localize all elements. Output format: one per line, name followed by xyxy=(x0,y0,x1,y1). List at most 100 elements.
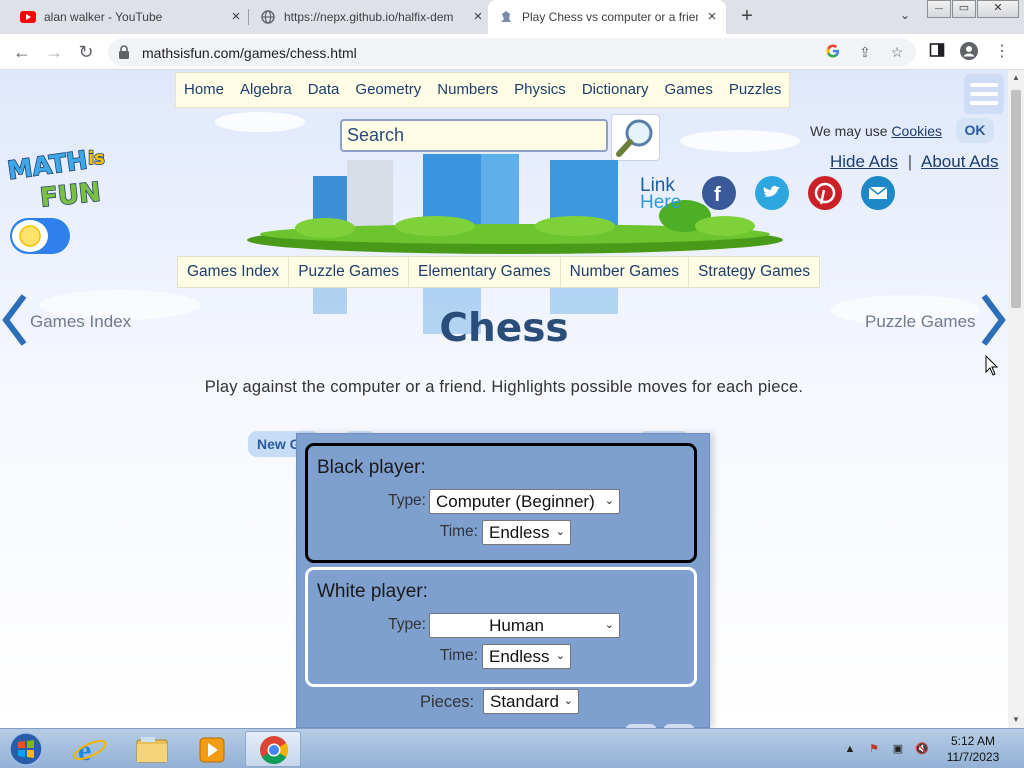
nav-home[interactable]: Home xyxy=(176,73,232,107)
chrome-icon[interactable] xyxy=(245,731,301,767)
close-window-button[interactable]: ✕ xyxy=(977,0,1019,18)
search-input[interactable]: Search xyxy=(340,119,608,152)
scroll-down-arrow-icon[interactable]: ▼ xyxy=(1008,712,1024,728)
chevron-down-icon: ⌄ xyxy=(563,695,573,707)
tab-chess[interactable]: Play Chess vs computer or a frien × xyxy=(488,0,726,34)
nav-geometry[interactable]: Geometry xyxy=(347,73,429,107)
pieces-value: Standard xyxy=(490,692,559,711)
nav-games[interactable]: Games xyxy=(657,73,721,107)
bookmark-star-icon[interactable]: ☆ xyxy=(888,43,906,61)
cloud-decoration xyxy=(215,112,305,132)
games-subnav: Games Index Puzzle Games Elementary Game… xyxy=(177,256,821,288)
page-content: Home Algebra Data Geometry Numbers Physi… xyxy=(0,70,1008,728)
forward-arrow-icon[interactable]: → xyxy=(42,41,66,63)
start-button-icon[interactable] xyxy=(6,731,46,767)
minimize-button[interactable]: — xyxy=(927,0,951,18)
lock-icon xyxy=(118,45,132,59)
nav-puzzles[interactable]: Puzzles xyxy=(721,73,790,107)
white-type-value: Human xyxy=(489,616,544,635)
google-icon[interactable] xyxy=(824,43,842,61)
url-text: mathsisfun.com/games/chess.html xyxy=(142,45,357,61)
hamburger-menu-icon[interactable] xyxy=(964,74,1004,114)
white-player-title: White player: xyxy=(317,581,428,602)
white-type-label: Type: xyxy=(388,616,426,633)
tab-close-icon[interactable]: × xyxy=(470,9,486,25)
hide-ads-link[interactable]: Hide Ads xyxy=(830,152,898,171)
action-center-flag-icon[interactable]: ⚑ xyxy=(866,741,882,757)
pinterest-icon[interactable] xyxy=(808,176,842,210)
cookie-ok-button[interactable]: OK xyxy=(956,118,994,143)
intro-text: Play against the computer or a friend. H… xyxy=(204,378,804,396)
svg-text:e: e xyxy=(78,734,91,767)
tab-title: https://nepx.github.io/halfix-dem xyxy=(284,10,454,24)
sun-icon xyxy=(12,220,48,252)
share-icon[interactable]: ⇪ xyxy=(856,43,874,61)
media-player-icon[interactable] xyxy=(184,731,240,767)
network-icon[interactable]: ▣ xyxy=(890,741,906,757)
reload-icon[interactable]: ↻ xyxy=(74,41,98,63)
pieces-label: Pieces: xyxy=(420,693,475,711)
pieces-select[interactable]: Standard ⌄ xyxy=(483,689,579,714)
volume-muted-icon[interactable]: 🔇 xyxy=(914,741,930,757)
new-tab-button[interactable]: + xyxy=(736,6,758,28)
nav-algebra[interactable]: Algebra xyxy=(232,73,300,107)
subnav-games-index[interactable]: Games Index xyxy=(178,257,290,287)
main-nav: Home Algebra Data Geometry Numbers Physi… xyxy=(175,72,791,108)
subnav-strategy-games[interactable]: Strategy Games xyxy=(689,257,819,287)
nav-physics[interactable]: Physics xyxy=(506,73,574,107)
subnav-number-games[interactable]: Number Games xyxy=(561,257,690,287)
nav-data[interactable]: Data xyxy=(300,73,348,107)
nav-numbers[interactable]: Numbers xyxy=(429,73,506,107)
black-type-select[interactable]: Computer (Beginner) ⌄ xyxy=(429,489,620,514)
clock-date: 11/7/2023 xyxy=(946,750,1000,764)
twitter-icon[interactable] xyxy=(755,176,789,210)
link-here-link[interactable]: Link Here xyxy=(640,176,681,212)
address-bar[interactable]: mathsisfun.com/games/chess.html ⇪ ☆ xyxy=(108,38,916,66)
black-player-title: Black player: xyxy=(317,457,426,478)
scrollbar-thumb[interactable] xyxy=(1011,90,1021,308)
more-options-icon[interactable]: ⋮ xyxy=(992,42,1012,62)
tab-bar: alan walker - YouTube × https://nepx.git… xyxy=(0,0,1024,34)
subnav-elementary-games[interactable]: Elementary Games xyxy=(409,257,561,287)
svg-text:f: f xyxy=(714,184,721,206)
tab-youtube[interactable]: alan walker - YouTube × xyxy=(10,0,244,34)
about-ads-link[interactable]: About Ads xyxy=(921,152,999,171)
page-title: Chess xyxy=(439,306,569,351)
subnav-puzzle-games[interactable]: Puzzle Games xyxy=(289,257,409,287)
side-panel-icon[interactable] xyxy=(927,42,947,62)
tab-search-chevron-icon[interactable]: ⌄ xyxy=(896,8,914,26)
system-clock[interactable]: 5:12 AM 11/7/2023 xyxy=(932,733,1014,765)
ad-links: Hide Ads | About Ads xyxy=(830,152,999,172)
nav-dictionary[interactable]: Dictionary xyxy=(574,73,657,107)
tab-close-icon[interactable]: × xyxy=(704,9,720,25)
cookies-link[interactable]: Cookies xyxy=(891,123,942,139)
show-hidden-icons-icon[interactable]: ▲ xyxy=(842,741,858,757)
tab-title: alan walker - YouTube xyxy=(44,10,163,24)
internet-explorer-icon[interactable]: e xyxy=(62,731,118,767)
page-scrollbar[interactable]: ▲ ▼ xyxy=(1008,70,1024,728)
back-arrow-icon[interactable]: ← xyxy=(10,41,34,63)
mouse-cursor-icon xyxy=(985,355,999,376)
globe-icon xyxy=(260,9,276,25)
chevron-down-icon: ⌄ xyxy=(555,650,565,662)
scroll-up-arrow-icon[interactable]: ▲ xyxy=(1008,70,1024,86)
black-type-value: Computer (Beginner) xyxy=(436,492,595,511)
maximize-button[interactable]: ▭ xyxy=(952,0,976,18)
black-player-panel: Black player: Type: Computer (Beginner) … xyxy=(305,443,697,563)
mathsisfun-logo[interactable]: MATH is FUN xyxy=(5,140,114,215)
profile-avatar-icon[interactable] xyxy=(959,42,979,62)
facebook-icon[interactable]: f xyxy=(702,176,736,210)
ad-separator: | xyxy=(907,152,913,171)
email-icon[interactable] xyxy=(861,176,895,210)
tab-close-icon[interactable]: × xyxy=(228,9,244,25)
white-time-select[interactable]: Endless ⌄ xyxy=(482,644,571,669)
file-explorer-icon[interactable] xyxy=(124,731,180,767)
black-time-select[interactable]: Endless ⌄ xyxy=(482,520,571,545)
black-time-value: Endless xyxy=(489,523,550,542)
tab-halfix[interactable]: https://nepx.github.io/halfix-dem × xyxy=(250,0,486,34)
theme-toggle[interactable] xyxy=(10,218,70,254)
black-type-label: Type: xyxy=(388,492,426,509)
white-type-select[interactable]: Human ⌄ xyxy=(429,613,620,638)
youtube-icon xyxy=(20,9,36,25)
white-time-label: Time: xyxy=(439,647,478,664)
